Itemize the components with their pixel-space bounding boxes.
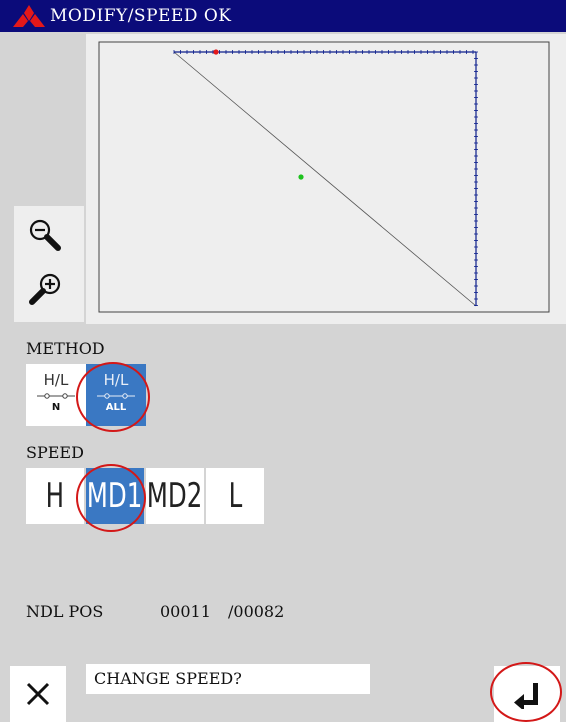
- mitsubishi-logo-icon: [13, 5, 45, 27]
- speed-option-label: L: [228, 476, 242, 516]
- speed-option-label: MD1: [87, 476, 143, 516]
- close-button[interactable]: [10, 666, 66, 722]
- speed-md1-button[interactable]: MD1: [86, 468, 144, 524]
- speed-option-label: H: [45, 476, 65, 516]
- needle-line-icon: [97, 393, 135, 399]
- needle-line-icon: [37, 393, 75, 399]
- stitch-preview: [86, 34, 566, 324]
- method-option-bottom: ALL: [105, 402, 127, 413]
- zoom-in-icon: [29, 273, 61, 305]
- enter-button[interactable]: [494, 666, 560, 722]
- needle-position-total: /00082: [228, 602, 285, 621]
- title-bar: MODIFY/SPEED OK: [0, 0, 566, 32]
- close-icon: [26, 682, 50, 706]
- screen-title: MODIFY/SPEED OK: [50, 6, 232, 26]
- current-stitch-marker: [213, 49, 219, 55]
- enter-icon: [514, 683, 538, 709]
- method-hl-all-button[interactable]: H/L ALL: [86, 364, 146, 426]
- speed-h-button[interactable]: H: [26, 468, 84, 524]
- method-label: METHOD: [26, 339, 105, 358]
- zoom-in-button[interactable]: [20, 264, 70, 314]
- method-option-top: H/L: [103, 371, 129, 389]
- stitch-path-diagonal: [173, 51, 477, 307]
- zoom-panel: [14, 206, 84, 322]
- speed-option-label: MD2: [147, 476, 203, 516]
- needle-position-label: NDL POS: [26, 602, 104, 621]
- speed-label: SPEED: [26, 443, 84, 462]
- stitch-points: [173, 50, 478, 306]
- method-option-bottom: N: [51, 402, 61, 413]
- zoom-out-icon: [29, 219, 61, 251]
- message-box: CHANGE SPEED?: [86, 664, 370, 694]
- zoom-out-button[interactable]: [20, 210, 70, 260]
- speed-md2-button[interactable]: MD2: [146, 468, 204, 524]
- preview-frame: [98, 41, 550, 313]
- needle-position-current: 00011: [160, 602, 211, 621]
- speed-l-button[interactable]: L: [206, 468, 264, 524]
- method-option-top: H/L: [43, 371, 69, 389]
- midpoint-marker: [298, 174, 304, 180]
- stitch-path-canvas: [98, 41, 550, 313]
- method-hl-n-button[interactable]: H/L N: [26, 364, 86, 426]
